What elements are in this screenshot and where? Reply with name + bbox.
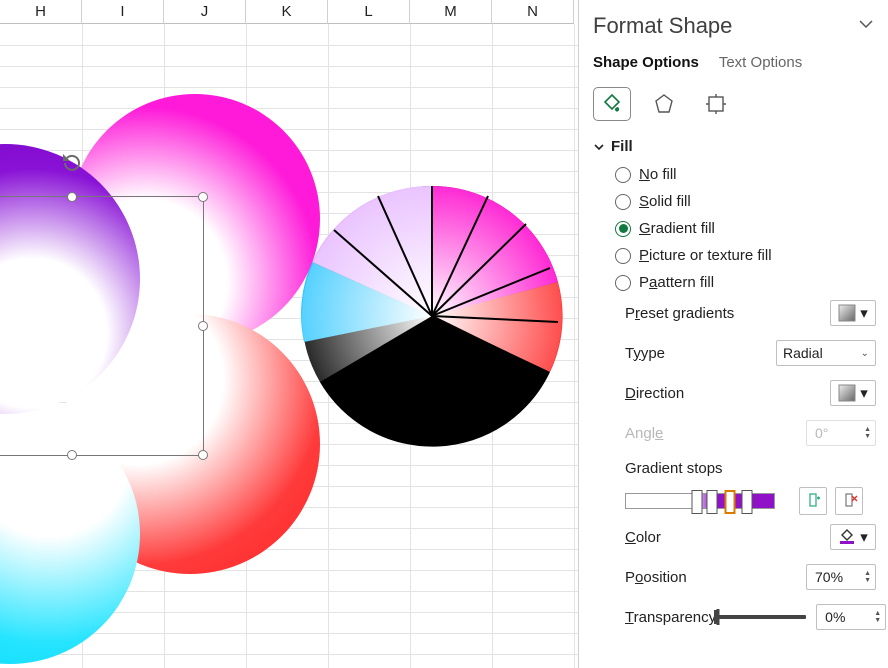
transparency-label: Transparency: [625, 609, 716, 626]
col-header-l[interactable]: L: [328, 0, 410, 24]
position-label: Poosition: [625, 569, 687, 586]
fill-and-line-icon[interactable]: [593, 87, 631, 121]
type-dropdown[interactable]: Radial⌄: [776, 340, 876, 366]
remove-stop-button[interactable]: [835, 487, 863, 515]
add-stop-button[interactable]: [799, 487, 827, 515]
fill-section-header[interactable]: Fill: [593, 135, 876, 158]
direction-button[interactable]: ▾: [830, 380, 876, 406]
size-properties-icon[interactable]: [697, 87, 735, 121]
fill-opt-solid[interactable]: Solid fill: [615, 193, 876, 210]
col-header-j[interactable]: J: [164, 0, 246, 24]
tab-text-options[interactable]: Text Options: [719, 54, 802, 73]
preset-gradients-button[interactable]: ▾: [830, 300, 876, 326]
fill-opt-gradient[interactable]: Gradient fill: [615, 220, 876, 237]
rotate-handle[interactable]: [61, 151, 83, 173]
angle-input: 0° ▲▼: [806, 420, 876, 446]
angle-label: Angle: [625, 425, 663, 442]
shapes-layer: [0, 24, 578, 668]
col-header-i[interactable]: I: [82, 0, 164, 24]
format-shape-panel: Format Shape Shape Options Text Options …: [578, 0, 888, 668]
spreadsheet-canvas[interactable]: H I J K L M N: [0, 0, 578, 668]
effects-icon[interactable]: [645, 87, 683, 121]
col-header-m[interactable]: M: [410, 0, 492, 24]
preset-label: Preset gradients: [625, 305, 734, 322]
gradient-stop-selected[interactable]: [724, 490, 735, 514]
tab-shape-options[interactable]: Shape Options: [593, 54, 699, 73]
panel-collapse-button[interactable]: [856, 14, 876, 39]
gradient-stop[interactable]: [706, 490, 717, 514]
color-label: Color: [625, 529, 661, 546]
gradient-stops-label: Gradient stops: [625, 460, 723, 477]
gradient-stops-track[interactable]: [625, 493, 775, 509]
gradient-stop[interactable]: [692, 490, 703, 514]
fill-section-label: Fill: [611, 138, 633, 155]
gradient-stop[interactable]: [742, 490, 753, 514]
selection-box[interactable]: [0, 196, 204, 456]
type-label: Tyype: [625, 345, 665, 362]
col-header-k[interactable]: K: [246, 0, 328, 24]
transparency-slider[interactable]: [716, 615, 806, 619]
col-header-n[interactable]: N: [492, 0, 574, 24]
col-header-h[interactable]: H: [0, 0, 82, 24]
position-input[interactable]: 70% ▲▼: [806, 564, 876, 590]
fill-opt-picture[interactable]: Picture or texture fill: [615, 247, 876, 264]
transparency-input[interactable]: 0% ▲▼: [816, 604, 886, 630]
panel-title: Format Shape: [593, 13, 732, 39]
shape-pie[interactable]: [298, 182, 566, 450]
column-headers: H I J K L M N: [0, 0, 578, 24]
color-button[interactable]: ▾: [830, 524, 876, 550]
fill-opt-pattern[interactable]: Paattern fill: [615, 274, 876, 291]
fill-opt-none[interactable]: No fill: [615, 166, 876, 183]
direction-label: Direction: [625, 385, 684, 402]
